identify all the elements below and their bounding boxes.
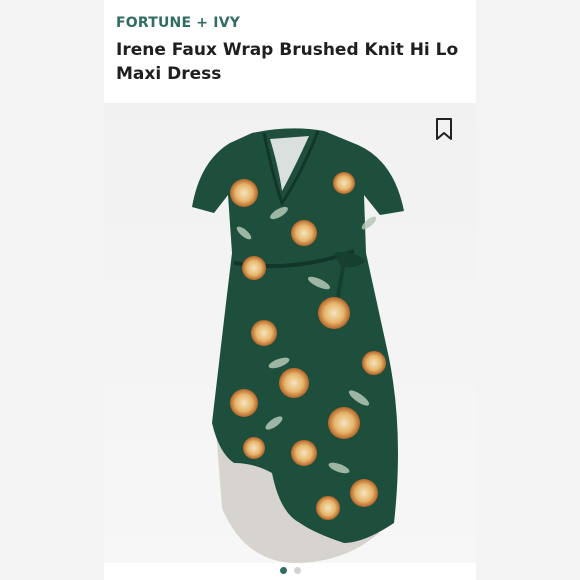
bookmark-icon[interactable] [434,117,454,141]
product-image[interactable] [104,103,476,563]
dress-illustration [192,128,404,563]
product-title: Irene Faux Wrap Brushed Knit Hi Lo Maxi … [116,40,459,84]
product-card: FORTUNE + IVY Irene Faux Wrap Brushed Kn… [104,0,476,580]
carousel-dot-1[interactable] [279,567,287,574]
brand-name[interactable]: FORTUNE + IVY [116,15,240,31]
carousel-indicator [104,567,476,579]
carousel-dot-2[interactable] [293,567,301,574]
